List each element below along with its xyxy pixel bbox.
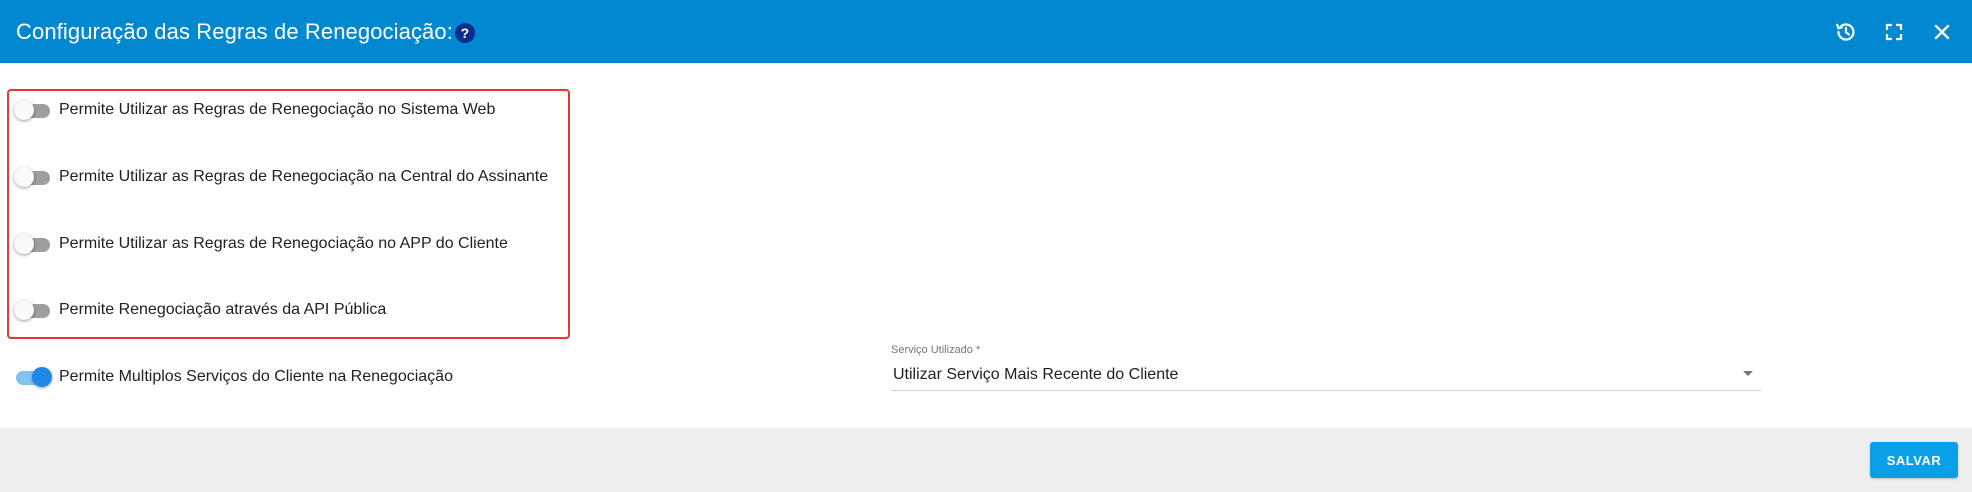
- header-actions: [1832, 0, 1956, 63]
- toggle-label: Permite Multiplos Serviços do Cliente na…: [59, 368, 453, 385]
- dialog-footer: SALVAR: [0, 428, 1972, 492]
- fullscreen-icon[interactable]: [1880, 18, 1908, 46]
- toggle-label: Permite Utilizar as Regras de Renegociaç…: [59, 101, 496, 118]
- toggle-row-multiplos-servicos: Permite Multiplos Serviços do Cliente na…: [14, 363, 453, 391]
- toggle-row-api-publica: Permite Renegociação através da API Públ…: [14, 296, 386, 324]
- toggle-switch-api-publica[interactable]: [14, 299, 50, 321]
- toggle-label: Permite Utilizar as Regras de Renegociaç…: [59, 168, 549, 185]
- toggle-switch-sistema-web[interactable]: [14, 99, 50, 121]
- select-underline: [891, 390, 1761, 391]
- help-icon[interactable]: ?: [454, 22, 475, 43]
- toggle-label: Permite Utilizar as Regras de Renegociaç…: [59, 235, 508, 252]
- history-icon[interactable]: [1832, 18, 1860, 46]
- toggle-row-central-assinante: Permite Utilizar as Regras de Renegociaç…: [14, 163, 548, 191]
- save-button[interactable]: SALVAR: [1870, 442, 1958, 478]
- dialog-title: Configuração das Regras de Renegociação:: [16, 18, 453, 44]
- dialog-header: Configuração das Regras de Renegociação:…: [0, 0, 1972, 63]
- toggle-row-app-cliente: Permite Utilizar as Regras de Renegociaç…: [14, 230, 508, 258]
- chevron-down-icon[interactable]: [1743, 371, 1753, 376]
- toggle-switch-multiplos-servicos[interactable]: [14, 366, 52, 388]
- toggle-switch-central-assinante[interactable]: [14, 166, 50, 188]
- service-select-value: Utilizar Serviço Mais Recente do Cliente: [893, 366, 1179, 383]
- close-icon[interactable]: [1928, 18, 1956, 46]
- toggle-switch-app-cliente[interactable]: [14, 233, 50, 255]
- toggle-label: Permite Renegociação através da API Públ…: [59, 301, 387, 318]
- service-select[interactable]: Serviço Utilizado * Utilizar Serviço Mai…: [891, 344, 1761, 392]
- service-select-label: Serviço Utilizado *: [891, 344, 981, 356]
- toggle-row-sistema-web: Permite Utilizar as Regras de Renegociaç…: [14, 96, 495, 124]
